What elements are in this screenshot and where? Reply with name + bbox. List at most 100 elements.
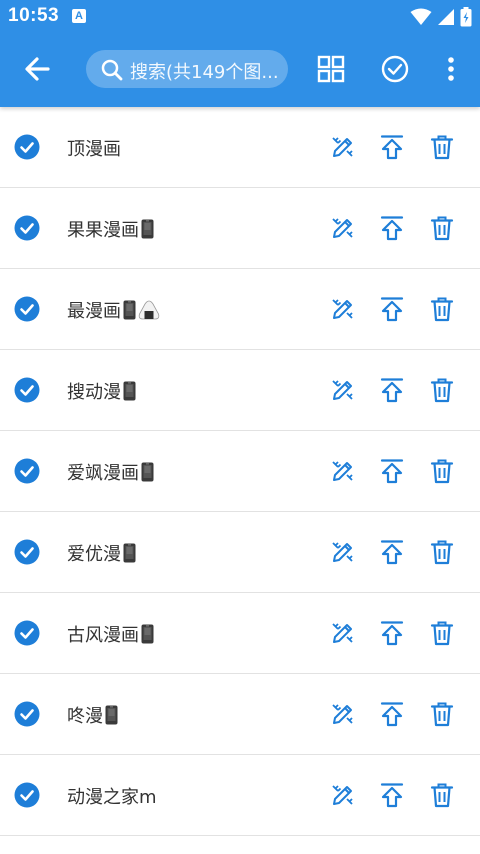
list-item[interactable]: 动漫之家m: [0, 755, 480, 836]
move-to-top-button[interactable]: [378, 700, 406, 728]
edit-button[interactable]: [329, 781, 357, 809]
delete-button[interactable]: [428, 538, 456, 566]
item-name-text: 动漫之家m: [67, 787, 157, 808]
edit-icon: [332, 623, 353, 643]
delete-button[interactable]: [428, 214, 456, 242]
edit-icon: [332, 704, 353, 724]
delete-icon: [430, 378, 454, 403]
edit-button[interactable]: [329, 295, 357, 323]
upload-icon: [380, 378, 404, 403]
list-item[interactable]: 爱飒漫画: [0, 431, 480, 512]
battery-icon: [460, 6, 472, 26]
delete-button[interactable]: [428, 133, 456, 161]
item-checkbox[interactable]: [14, 782, 40, 808]
item-name: 搜动漫: [67, 378, 136, 404]
list-item[interactable]: 古风漫画: [0, 593, 480, 674]
item-name: 爱飒漫画: [67, 459, 154, 485]
upload-icon: [380, 783, 404, 808]
item-name: 顶漫画: [67, 135, 121, 161]
item-name: 古风漫画: [67, 621, 154, 647]
list-item[interactable]: 最漫画: [0, 269, 480, 350]
edit-button[interactable]: [329, 133, 357, 161]
item-checkbox[interactable]: [14, 377, 40, 403]
edit-button[interactable]: [329, 700, 357, 728]
delete-icon: [430, 540, 454, 565]
item-checkbox[interactable]: [14, 458, 40, 484]
list-item[interactable]: 搜动漫: [0, 350, 480, 431]
move-to-top-button[interactable]: [378, 214, 406, 242]
mobile-phone-emoji: [123, 543, 136, 563]
status-time: 10:53: [8, 5, 60, 26]
item-name: 动漫之家m: [67, 783, 157, 809]
grid-icon: [317, 55, 345, 83]
edit-button[interactable]: [329, 376, 357, 404]
item-name: 咚漫: [67, 702, 118, 728]
item-checkbox[interactable]: [14, 296, 40, 322]
delete-icon: [430, 621, 454, 646]
move-to-top-button[interactable]: [378, 133, 406, 161]
delete-button[interactable]: [428, 700, 456, 728]
select-all-button[interactable]: [380, 54, 412, 86]
upload-icon: [380, 297, 404, 322]
item-checkbox[interactable]: [14, 134, 40, 160]
move-to-top-button[interactable]: [378, 295, 406, 323]
delete-button[interactable]: [428, 619, 456, 647]
item-name-text: 搜动漫: [67, 382, 121, 403]
check-circle-icon: [14, 134, 40, 160]
edit-icon: [332, 461, 353, 481]
item-name-text: 爱飒漫画: [67, 463, 139, 484]
mobile-phone-emoji: [141, 219, 154, 239]
move-to-top-button[interactable]: [378, 781, 406, 809]
item-name: 最漫画: [67, 297, 160, 323]
item-checkbox[interactable]: [14, 539, 40, 565]
edit-icon: [332, 218, 353, 238]
signal-icon: [437, 8, 454, 25]
edit-icon: [332, 785, 353, 805]
list-item[interactable]: 咚漫: [0, 674, 480, 755]
search-input[interactable]: 搜索(共149个图...: [86, 50, 288, 88]
list-item[interactable]: 爱优漫: [0, 512, 480, 593]
list-item[interactable]: 果果漫画: [0, 188, 480, 269]
upload-icon: [380, 540, 404, 565]
delete-button[interactable]: [428, 781, 456, 809]
edit-button[interactable]: [329, 619, 357, 647]
item-checkbox[interactable]: [14, 215, 40, 241]
more-options-button[interactable]: [436, 54, 468, 86]
more-vert-icon: [448, 57, 454, 81]
delete-button[interactable]: [428, 457, 456, 485]
status-bar: 10:53 A: [0, 0, 480, 32]
check-circle-icon: [14, 377, 40, 403]
upload-icon: [380, 459, 404, 484]
rice-ball-emoji: [138, 300, 160, 320]
arrow-left-icon: [25, 57, 50, 81]
move-to-top-button[interactable]: [378, 457, 406, 485]
move-to-top-button[interactable]: [378, 619, 406, 647]
edit-button[interactable]: [329, 214, 357, 242]
item-name-text: 古风漫画: [67, 625, 139, 646]
item-checkbox[interactable]: [14, 620, 40, 646]
item-checkbox[interactable]: [14, 701, 40, 727]
grid-view-button[interactable]: [316, 54, 348, 86]
upload-icon: [380, 621, 404, 646]
delete-button[interactable]: [428, 295, 456, 323]
check-circle-icon: [14, 539, 40, 565]
back-button[interactable]: [18, 52, 58, 86]
search-placeholder: 搜索(共149个图...: [130, 62, 279, 83]
delete-icon: [430, 783, 454, 808]
item-name-text: 爱优漫: [67, 544, 121, 565]
move-to-top-button[interactable]: [378, 376, 406, 404]
mobile-phone-emoji: [123, 300, 136, 320]
mobile-phone-emoji: [141, 462, 154, 482]
move-to-top-button[interactable]: [378, 538, 406, 566]
item-name-text: 果果漫画: [67, 220, 139, 241]
edit-icon: [332, 137, 353, 157]
edit-icon: [332, 299, 353, 319]
list-item[interactable]: 顶漫画: [0, 107, 480, 188]
source-list: 顶漫画果果漫画最漫画搜动漫爱飒漫画爱优漫古风漫画咚漫动漫之家m: [0, 107, 480, 836]
edit-button[interactable]: [329, 457, 357, 485]
delete-button[interactable]: [428, 376, 456, 404]
item-name-text: 顶漫画: [67, 139, 121, 160]
app-notification-icon: A: [72, 9, 86, 23]
edit-button[interactable]: [329, 538, 357, 566]
edit-icon: [332, 380, 353, 400]
